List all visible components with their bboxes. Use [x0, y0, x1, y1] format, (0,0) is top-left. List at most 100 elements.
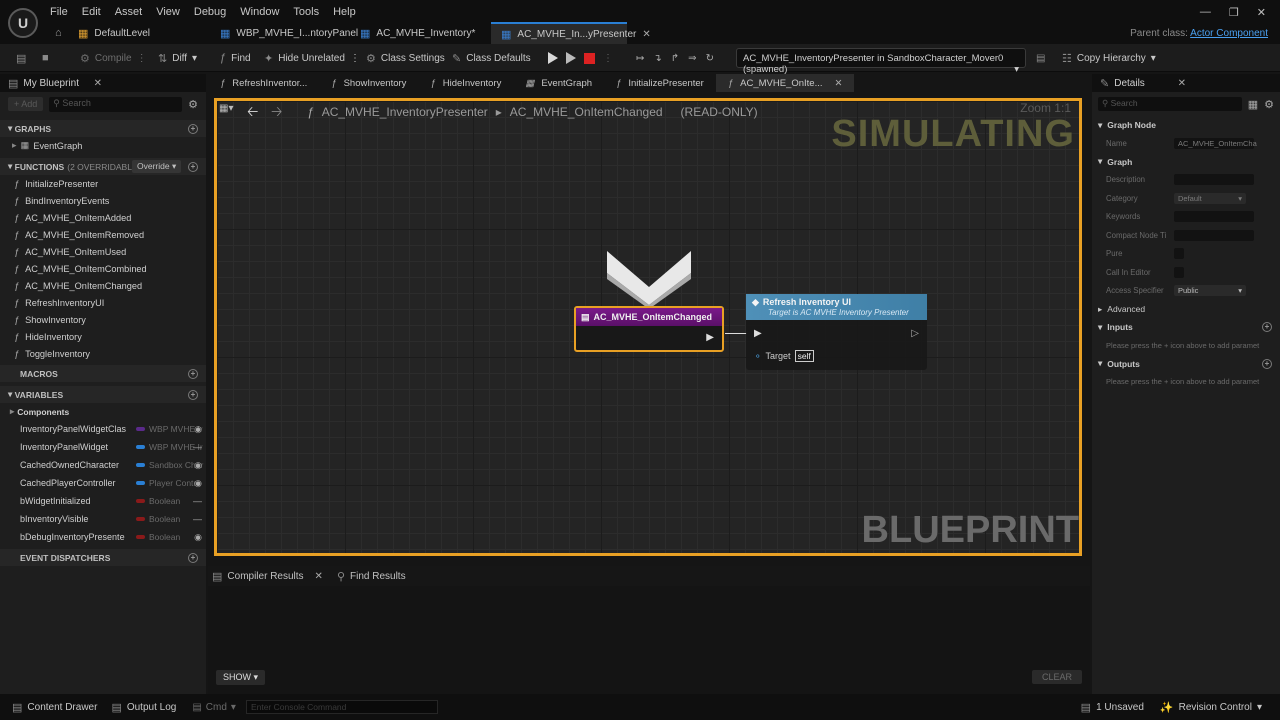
hide-unrelated-button[interactable]: ✦ Hide Unrelated ⋮: [264, 48, 360, 68]
unreal-logo-icon[interactable]: U: [8, 8, 38, 38]
add-function-icon[interactable]: +: [188, 161, 198, 172]
call-in-editor-checkbox[interactable]: [1174, 266, 1184, 278]
close-tab-icon[interactable]: ✕: [642, 29, 650, 40]
tab-find-results[interactable]: ⚲ Find Results: [337, 570, 406, 583]
target-pin[interactable]: ⚬ Target self: [754, 350, 814, 362]
save-icon[interactable]: ▤: [16, 48, 26, 68]
variable-item[interactable]: bWidgetInitialized Boolean ―: [0, 492, 206, 510]
more-icon[interactable]: ⋮: [350, 53, 360, 64]
add-button[interactable]: + Add: [8, 97, 44, 111]
class-defaults-button[interactable]: ✎ Class Defaults: [452, 48, 531, 68]
category-dropdown[interactable]: Default ▾: [1174, 192, 1246, 204]
exec-in-pin-icon[interactable]: ▶: [754, 328, 762, 339]
jump-icon[interactable]: ⇒: [688, 53, 696, 64]
step-into-icon[interactable]: ↴: [653, 53, 661, 64]
graphs-section[interactable]: ▾ GRAPHS +: [0, 120, 206, 137]
copy-hierarchy-button[interactable]: ☷ Copy Hierarchy ▾: [1062, 48, 1156, 68]
variable-type[interactable]: Boolean: [136, 514, 180, 524]
variable-item[interactable]: bDebugInventoryPresente Boolean ◉: [0, 528, 206, 546]
step-over-icon[interactable]: ↦: [636, 53, 644, 64]
browse-debug-icon[interactable]: ▤: [1036, 48, 1045, 68]
debug-object-dropdown[interactable]: AC_MVHE_InventoryPresenter in SandboxCha…: [736, 48, 1026, 75]
maximize-icon[interactable]: ❐: [1229, 6, 1239, 19]
settings-gear-icon[interactable]: ⚙: [188, 98, 198, 111]
breadcrumb-root[interactable]: AC_MVHE_InventoryPresenter: [322, 105, 488, 119]
clear-button[interactable]: CLEAR: [1031, 670, 1082, 684]
compile-button[interactable]: ⚙ Compile ⋮: [80, 48, 147, 68]
refresh-inventory-ui-node[interactable]: ◆ Refresh Inventory UI Target is AC MVHE…: [746, 294, 927, 370]
visibility-closed-icon[interactable]: ―: [193, 496, 202, 506]
visibility-eye-icon[interactable]: ◉: [194, 424, 202, 435]
function-item[interactable]: ƒ AC_MVHE_OnItemRemoved: [0, 226, 206, 243]
graph-menu-icon[interactable]: ▦▾: [217, 101, 235, 116]
class-settings-button[interactable]: ⚙ Class Settings: [366, 48, 445, 68]
graph-tab[interactable]: ƒ AC_MVHE_OnIte... ✕: [715, 74, 855, 92]
add-variable-icon[interactable]: +: [188, 389, 198, 400]
menu-tools[interactable]: Tools: [293, 6, 319, 18]
function-item[interactable]: ƒ AC_MVHE_OnItemChanged: [0, 277, 206, 294]
browse-icon[interactable]: ■: [42, 48, 49, 68]
variable-item[interactable]: CachedPlayerController Player Contro ◉: [0, 474, 206, 492]
tab-compiler-results[interactable]: ▤ Compiler Results ✕: [212, 570, 323, 583]
function-item[interactable]: ƒ HideInventory: [0, 328, 206, 345]
close-window-icon[interactable]: ✕: [1257, 6, 1266, 19]
function-item[interactable]: ƒ RefreshInventoryUI: [0, 294, 206, 311]
add-graph-icon[interactable]: +: [188, 123, 198, 134]
function-item[interactable]: ƒ InitializePresenter: [0, 175, 206, 192]
stop-icon[interactable]: [584, 52, 595, 64]
add-input-icon[interactable]: +: [1262, 322, 1272, 332]
functions-section[interactable]: ▾ FUNCTIONS (2 OVERRIDABLE) Override ▾ +: [0, 158, 206, 175]
pure-checkbox[interactable]: [1174, 248, 1184, 260]
override-dropdown[interactable]: Override ▾: [132, 160, 182, 173]
show-dropdown[interactable]: SHOW ▾: [216, 670, 266, 685]
graph-tab[interactable]: ▦ EventGraph: [513, 74, 604, 92]
variable-item[interactable]: CachedOwnedCharacter Sandbox Char ◉: [0, 456, 206, 474]
variables-section[interactable]: ▾ VARIABLES +: [0, 386, 206, 403]
back-arrow-icon[interactable]: 🡠: [247, 101, 258, 125]
diff-button[interactable]: ⇅ Diff ▾: [158, 48, 197, 68]
blueprint-search-input[interactable]: ⚲ Search: [49, 96, 183, 112]
variable-item[interactable]: bInventoryVisible Boolean ―: [0, 510, 206, 528]
step-icon[interactable]: [566, 52, 576, 64]
components-category[interactable]: ▸ Components: [0, 403, 206, 420]
add-output-icon[interactable]: +: [1262, 358, 1272, 369]
menu-edit[interactable]: Edit: [82, 6, 101, 18]
tab-default-level[interactable]: ▦ DefaultLevel: [68, 22, 160, 44]
settings-gear-icon[interactable]: ⚙: [1264, 98, 1274, 111]
macros-section[interactable]: MACROS +: [0, 365, 206, 382]
play-icon[interactable]: [548, 52, 558, 64]
graph-tab[interactable]: ƒ RefreshInventor...: [208, 74, 319, 92]
details-search-input[interactable]: ⚲ Search: [1098, 97, 1242, 111]
tab-ac-inventory-presenter[interactable]: ▦ AC_MVHE_In...yPresenter ✕: [491, 22, 651, 44]
graph-tab[interactable]: ƒ InitializePresenter: [604, 74, 716, 92]
close-tab-icon[interactable]: ✕: [315, 571, 323, 582]
compact-field[interactable]: [1174, 229, 1254, 241]
name-field[interactable]: AC_MVHE_OnItemCha: [1174, 137, 1257, 149]
graph-canvas[interactable]: ▦▾ 🡠 🡢 ƒ AC_MVHE_InventoryPresenter ▸ AC…: [214, 98, 1082, 556]
graph-tab[interactable]: ƒ HideInventory: [418, 74, 513, 92]
visibility-eye-icon[interactable]: ◉: [194, 478, 202, 489]
variable-item[interactable]: InventoryPanelWidgetClas WBP MVHE Ir ◉: [0, 420, 206, 438]
function-item[interactable]: ƒ BindInventoryEvents: [0, 192, 206, 209]
event-dispatchers-section[interactable]: EVENT DISPATCHERS +: [0, 549, 206, 566]
menu-debug[interactable]: Debug: [194, 6, 226, 18]
function-entry-node[interactable]: ▤ AC_MVHE_OnItemChanged ▶: [574, 306, 724, 352]
output-log-button[interactable]: ▤ Output Log: [111, 701, 176, 714]
graph-item-eventgraph[interactable]: ▸ ▦ EventGraph: [0, 137, 206, 154]
visibility-closed-icon[interactable]: ―: [193, 442, 202, 452]
tab-ac-inventory[interactable]: ▦ AC_MVHE_Inventory*: [350, 22, 485, 44]
variable-type[interactable]: Boolean: [136, 496, 180, 506]
grid-view-icon[interactable]: ▦: [1248, 98, 1258, 111]
visibility-eye-icon[interactable]: ◉: [194, 532, 202, 543]
home-icon[interactable]: ⌂: [55, 27, 62, 39]
variable-type[interactable]: Player Contro: [136, 478, 201, 488]
function-item[interactable]: ƒ ToggleInventory: [0, 345, 206, 362]
menu-help[interactable]: Help: [333, 6, 356, 18]
tab-wbp-inventory-panel[interactable]: ▦ WBP_MVHE_I...ntoryPanel: [210, 22, 368, 44]
step-out-icon[interactable]: ↱: [671, 53, 679, 64]
cmd-dropdown[interactable]: ▤ Cmd ▾: [192, 702, 236, 713]
menu-view[interactable]: View: [156, 6, 180, 18]
add-macro-icon[interactable]: +: [188, 368, 198, 379]
menu-file[interactable]: File: [50, 6, 68, 18]
more-icon[interactable]: ⋮: [603, 53, 613, 64]
